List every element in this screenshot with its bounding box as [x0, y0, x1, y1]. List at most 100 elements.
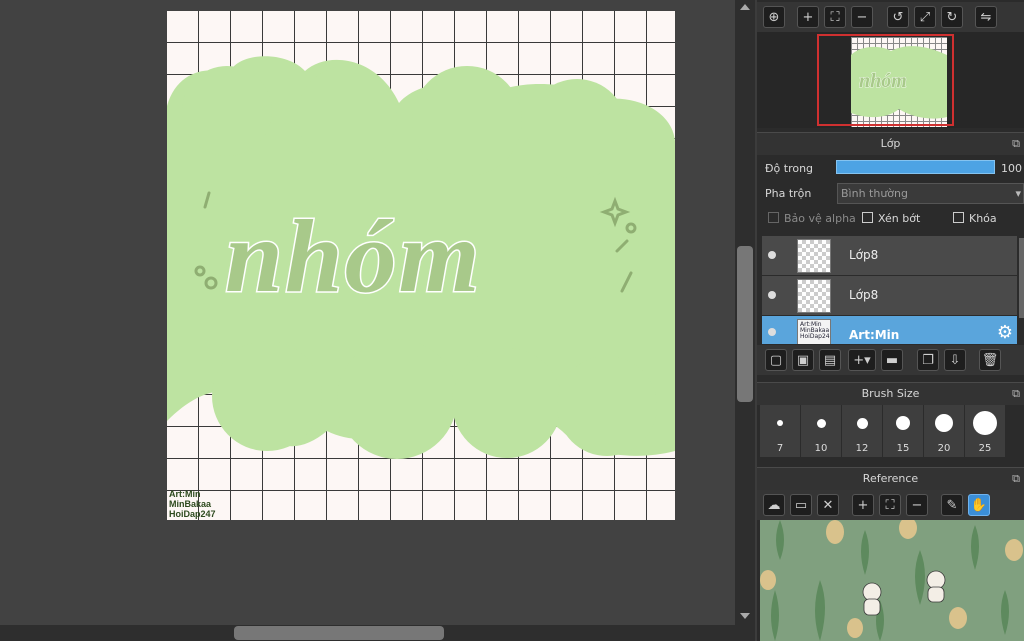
new-layer-8bit-icon[interactable]: ▣: [792, 349, 814, 371]
drawing-canvas[interactable]: nhóm Art:Min MinBakaa HoiDap247: [167, 11, 675, 520]
protect-alpha-label: Bảo vệ alpha: [784, 212, 856, 225]
reference-image[interactable]: [760, 520, 1024, 641]
clipping-checkbox[interactable]: Xén bớt: [862, 212, 920, 226]
brush-dot-icon: [857, 418, 868, 429]
brush-dot-icon: [935, 414, 953, 432]
brush-size-label: 15: [896, 443, 910, 454]
layer-name: Lớp8: [849, 288, 879, 302]
canvas-workspace[interactable]: nhóm Art:Min MinBakaa HoiDap247: [0, 0, 735, 625]
brush-size-option[interactable]: 7: [760, 405, 800, 457]
horizontal-scroll-thumb[interactable]: [234, 626, 444, 640]
layer-thumbnail: [797, 239, 831, 273]
clipping-label: Xén bớt: [878, 212, 921, 225]
brush-dot-icon: [777, 420, 783, 426]
new-layer-1bit-icon[interactable]: ▤: [819, 349, 841, 371]
brush-size-label: 12: [855, 443, 869, 454]
navigator-preview[interactable]: nhóm: [757, 32, 1024, 128]
opacity-value: 100: [1001, 162, 1022, 175]
layer-name: Lớp8: [849, 248, 879, 262]
visibility-eye-icon[interactable]: [768, 291, 776, 299]
flip-icon[interactable]: ⇋: [975, 6, 997, 28]
checkbox-icon: [953, 212, 964, 223]
brush-size-option[interactable]: 10: [801, 405, 841, 457]
layer-panel-header: Lớp ⧉: [757, 132, 1024, 155]
popout-icon[interactable]: ⧉: [1012, 383, 1020, 405]
folder-icon[interactable]: ▬: [881, 349, 903, 371]
lettering-text: nhóm: [225, 199, 482, 314]
blend-mode-select[interactable]: Bình thường ▾: [837, 183, 1024, 204]
trash-icon[interactable]: 🗑: [979, 349, 1001, 371]
visibility-eye-icon[interactable]: [768, 251, 776, 259]
gear-icon[interactable]: ⚙: [997, 322, 1013, 343]
upload-icon[interactable]: ☁: [763, 494, 785, 516]
credit-line-3: HoiDap247: [169, 509, 216, 519]
brush-dot-icon: [896, 416, 910, 430]
credit-line-1: Art:Min: [169, 489, 201, 499]
layer-row[interactable]: Lớp8: [762, 276, 1017, 316]
reference-header: Reference ⧉: [757, 467, 1024, 490]
reference-toolbar: ☁ ▭ ✕ + ⛶ − ✎ ✋: [757, 490, 1024, 520]
zoom-out-icon[interactable]: −: [906, 494, 928, 516]
reference-title: Reference: [862, 472, 919, 485]
artwork: nhóm: [167, 56, 675, 459]
checkbox-icon: [768, 212, 779, 223]
new-layer-icon[interactable]: ▢: [765, 349, 787, 371]
zoom-in-icon[interactable]: +: [797, 6, 819, 28]
fit-icon[interactable]: ⛶: [824, 6, 846, 28]
brush-size-label: 7: [776, 443, 784, 454]
rotate-left-icon[interactable]: ↺: [887, 6, 909, 28]
hand-icon[interactable]: ✋: [968, 494, 990, 516]
brush-size-label: 20: [937, 443, 951, 454]
scroll-down-icon[interactable]: [740, 613, 750, 619]
vertical-scrollbar[interactable]: [735, 0, 755, 625]
layer-name: Art:Min: [849, 328, 900, 342]
merge-layer-icon[interactable]: ⇩: [944, 349, 966, 371]
checkbox-icon: [862, 212, 873, 223]
side-panel: ⊕ + ⛶ − ↺ ⤢ ↻ ⇋ nhóm Lớp ⧉ Độ trong 100 …: [757, 0, 1024, 641]
brush-size-option[interactable]: 15: [883, 405, 923, 457]
scroll-up-icon[interactable]: [740, 4, 750, 10]
horizontal-scrollbar[interactable]: [0, 625, 755, 641]
opacity-label: Độ trong: [765, 162, 814, 175]
layer-row-selected[interactable]: Art:Min MinBakaa HoiDap247 Art:Min ⚙: [762, 316, 1017, 345]
layer-thumbnail: [797, 279, 831, 313]
layer-toolbar: ▢ ▣ ▤ +▾ ▬ ❐ ⇩ 🗑: [757, 345, 1024, 375]
brush-size-label: 10: [814, 443, 828, 454]
popout-icon[interactable]: ⧉: [1012, 468, 1020, 490]
brush-size-option[interactable]: 25: [965, 405, 1005, 457]
brush-size-option[interactable]: 12: [842, 405, 882, 457]
brush-dot-icon: [817, 419, 826, 428]
credit-watermark: Art:Min MinBakaa HoiDap247: [169, 489, 216, 519]
close-icon[interactable]: ✕: [817, 494, 839, 516]
open-folder-icon[interactable]: ▭: [790, 494, 812, 516]
zoom-out-icon[interactable]: −: [851, 6, 873, 28]
layer-panel-title: Lớp: [880, 137, 901, 150]
layer-row[interactable]: Lớp8: [762, 236, 1017, 276]
chevron-down-icon: ▾: [1015, 187, 1021, 200]
vertical-scroll-thumb[interactable]: [737, 246, 753, 402]
brush-dot-icon: [973, 411, 997, 435]
fit-icon[interactable]: ⛶: [879, 494, 901, 516]
brush-size-option[interactable]: 20: [924, 405, 964, 457]
layer-list-scrollbar[interactable]: [1019, 238, 1024, 318]
brush-size-label: 25: [978, 443, 992, 454]
popout-icon[interactable]: ⧉: [1012, 133, 1020, 155]
zoom-in-icon[interactable]: +: [852, 494, 874, 516]
lock-checkbox[interactable]: Khóa: [953, 212, 997, 226]
eyedropper-icon[interactable]: ✎: [941, 494, 963, 516]
protect-alpha-checkbox[interactable]: Bảo vệ alpha: [768, 212, 856, 226]
lock-label: Khóa: [969, 212, 997, 225]
rotate-right-icon[interactable]: ↻: [941, 6, 963, 28]
brush-size-title: Brush Size: [861, 387, 920, 400]
navigator-toolbar: ⊕ + ⛶ − ↺ ⤢ ↻ ⇋: [757, 2, 1024, 32]
zoom-in-magnifier-icon[interactable]: ⊕: [763, 6, 785, 28]
layer-thumbnail: Art:Min MinBakaa HoiDap247: [797, 319, 831, 344]
credit-line-2: MinBakaa: [169, 499, 212, 509]
blend-mode-value: Bình thường: [841, 187, 908, 200]
visibility-eye-icon[interactable]: [768, 328, 776, 336]
duplicate-layer-icon[interactable]: ❐: [917, 349, 939, 371]
add-material-layer-icon[interactable]: +▾: [848, 349, 876, 371]
opacity-slider[interactable]: [836, 160, 995, 174]
reset-view-icon[interactable]: ⤢: [914, 6, 936, 28]
navigator-viewport-frame[interactable]: [817, 34, 954, 126]
